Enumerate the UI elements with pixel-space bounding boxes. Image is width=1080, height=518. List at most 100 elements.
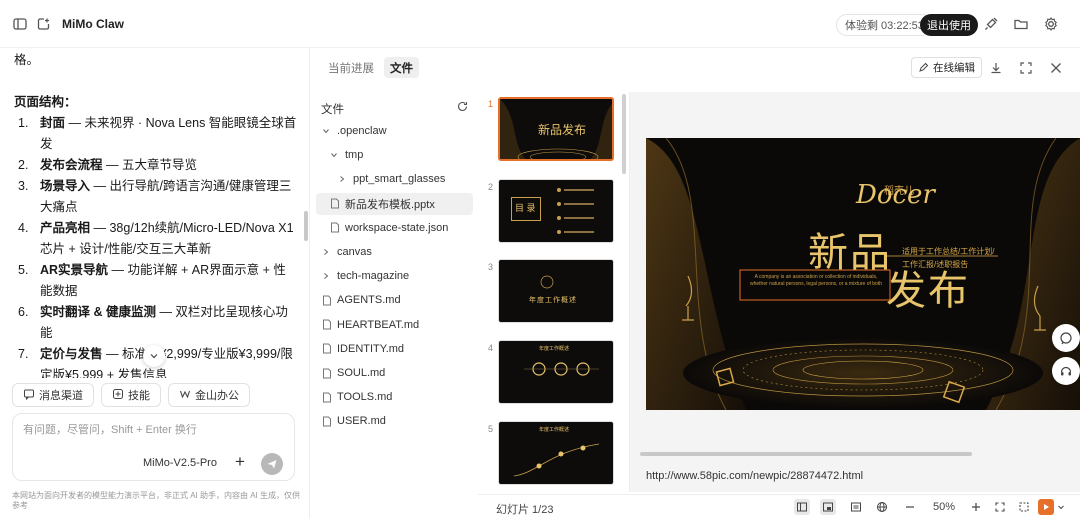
folder-icon[interactable] [1010, 13, 1032, 35]
settings-gear-icon[interactable] [1040, 13, 1062, 35]
chat-input[interactable] [23, 424, 283, 436]
file-tree-label: .openclaw [337, 125, 387, 137]
thumb-title: 年度工作概述 [539, 346, 570, 352]
chat-scrollbar[interactable] [304, 211, 308, 241]
float-support-button[interactable] [1052, 357, 1080, 385]
model-selector[interactable]: MiMo-V2.5-Pro [143, 457, 217, 469]
file-tree-label: AGENTS.md [337, 294, 401, 307]
exit-button[interactable]: 退出使用 [920, 14, 978, 36]
chevron-right-icon [338, 175, 350, 183]
fullscreen-view-icon[interactable] [1016, 499, 1032, 515]
thumb-number: 4 [488, 343, 494, 353]
file-tree-file[interactable]: TOOLS.md [316, 386, 473, 408]
file-tree-file[interactable]: IDENTITY.md [316, 338, 473, 360]
chevron-down-icon [150, 354, 158, 359]
scroll-down-button[interactable] [143, 345, 165, 367]
zoom-in-icon[interactable] [968, 499, 984, 515]
file-tree-label: TOOLS.md [337, 391, 393, 404]
file-tree-label: tmp [345, 149, 364, 162]
slide-counter: 幻灯片 1/23 [496, 504, 554, 516]
play-options-chevron-icon[interactable] [1056, 499, 1066, 515]
slide-thumbnail[interactable]: 年度工作概述 [498, 259, 614, 323]
file-tree-folder[interactable]: ppt_smart_glasses [316, 168, 473, 190]
trial-timer: 体验剩 03:22:53 [836, 14, 933, 36]
file-icon [322, 416, 334, 427]
tab-files[interactable]: 文件 [384, 57, 419, 78]
file-icon [322, 295, 334, 306]
thumb-title: 年度工作概述 [539, 427, 570, 433]
edit-icon [919, 62, 929, 72]
file-tree-folder[interactable]: tmp [316, 144, 473, 166]
quick-chips: 消息渠道 技能 金山办公 [12, 383, 250, 407]
file-tree-label: USER.md [337, 415, 386, 428]
file-icon [322, 319, 334, 330]
normal-view-icon[interactable] [794, 499, 810, 515]
download-icon[interactable] [988, 60, 1004, 76]
file-tree-label: ppt_smart_glasses [353, 173, 446, 186]
message-text: 格。 [14, 53, 40, 67]
chip-message-channel[interactable]: 消息渠道 [12, 383, 94, 407]
slide-title-1: 新品 [808, 231, 892, 275]
file-tree-label: workspace-state.json [345, 221, 449, 234]
fullscreen-icon[interactable] [1018, 60, 1034, 76]
slide-thumbnail[interactable]: 新品发布 [498, 97, 614, 161]
structure-list-item: 6. 实时翻译 & 健康监测 — 双栏对比呈现核心功能 [18, 305, 288, 340]
thumb-title: 新品发布 [538, 123, 587, 137]
file-tree-file[interactable]: HEARTBEAT.md [316, 314, 473, 336]
thumbnail-scrollbar[interactable] [622, 94, 626, 174]
zoom-out-icon[interactable] [902, 499, 918, 515]
file-tree-file[interactable]: workspace-state.json [316, 217, 473, 239]
app-title: MiMo Claw [62, 17, 124, 31]
chevron-down-icon [322, 127, 334, 135]
top-bar: MiMo Claw 体验剩 03:22:53 退出使用 [0, 0, 1080, 48]
reading-view-icon[interactable] [820, 499, 836, 515]
file-tree: 文件 .openclaw tmp ppt_smart_glasses 新品发布模板.p… [316, 92, 476, 518]
send-button[interactable] [261, 453, 283, 475]
slide-thumbnails: 1 新品发布 2 目 录 3 年度工作概述 4 年度工作概述 5 年度工作概述 [478, 92, 630, 492]
refresh-icon[interactable] [456, 100, 469, 116]
thumb-number: 3 [488, 262, 494, 272]
file-tree-label: SOUL.md [337, 367, 386, 379]
chevron-down-icon [330, 151, 342, 159]
file-tree-file[interactable]: AGENTS.md [316, 289, 473, 311]
panel-tabs: 当前进展 文件 在线编辑 [316, 48, 1076, 88]
slide-thumbnail[interactable]: 年度工作概述 [498, 421, 614, 485]
chevron-right-icon [322, 248, 334, 256]
file-tree-folder[interactable]: .openclaw [316, 120, 473, 142]
slide-canvas: 稻壳儿 Docer 新品 发布 适用于工作总结/工作计划/ 工作汇报/述职报告 … [646, 138, 1080, 410]
file-tree-file[interactable]: SOUL.md [316, 362, 473, 384]
section-title: 页面结构： [14, 95, 77, 109]
file-tree-file[interactable]: 新品发布模板.pptx [316, 192, 473, 215]
file-tree-file[interactable]: USER.md [316, 410, 473, 432]
file-tree-folder[interactable]: canvas [316, 241, 473, 263]
slide-thumbnail[interactable]: 目 录 [498, 179, 614, 243]
preview-scrollbar[interactable] [640, 452, 972, 456]
slide-thumbnail[interactable]: 年度工作概述 [498, 340, 614, 404]
file-tree-header: 文件 [321, 104, 344, 116]
tab-progress[interactable]: 当前进展 [322, 57, 380, 78]
new-chat-icon[interactable] [33, 13, 55, 35]
zoom-level[interactable]: 50% [933, 501, 955, 513]
slide-body: A company is an association or collectio… [749, 274, 883, 287]
slide-preview: 稻壳儿 Docer 新品 发布 适用于工作总结/工作计划/ 工作汇报/述职报告 … [630, 92, 1080, 492]
play-slideshow-icon[interactable] [1038, 499, 1054, 515]
thumb-title: 目 录 [515, 203, 536, 213]
message-icon [23, 388, 35, 403]
plugin-icon[interactable] [980, 13, 1002, 35]
globe-icon[interactable] [874, 499, 890, 515]
online-edit-button[interactable]: 在线编辑 [911, 57, 982, 78]
sidebar-toggle-icon[interactable] [9, 13, 31, 35]
float-chat-button[interactable] [1052, 324, 1080, 352]
close-icon[interactable] [1048, 60, 1064, 76]
chat-panel: 格。 页面结构： 1. 封面 — 未来视界 · Nova Lens 智能眼镜全球首… [0, 48, 310, 518]
add-icon[interactable]: + [235, 452, 245, 472]
notes-view-icon[interactable] [848, 499, 864, 515]
wps-icon [179, 388, 191, 403]
file-tree-folder[interactable]: tech-magazine [316, 265, 473, 287]
file-icon [322, 368, 334, 379]
chat-bubble-icon [1060, 332, 1072, 345]
slide-subtitle-1: 适用于工作总结/工作计划/ [902, 247, 995, 256]
chip-wps[interactable]: 金山办公 [168, 383, 250, 407]
chip-skills[interactable]: 技能 [101, 383, 161, 407]
fit-screen-icon[interactable] [992, 499, 1008, 515]
